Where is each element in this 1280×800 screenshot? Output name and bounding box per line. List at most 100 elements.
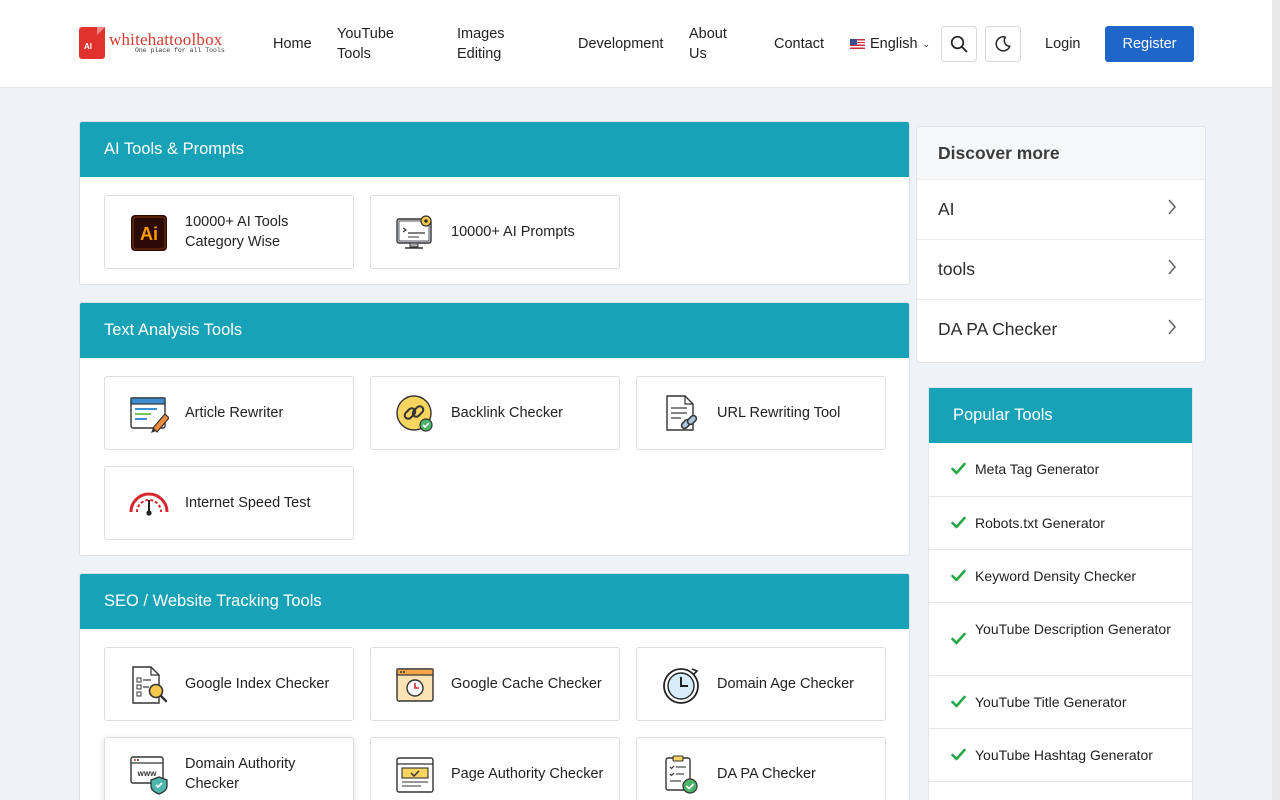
popular-tool-item[interactable]: Robots.txt Generator bbox=[929, 497, 1192, 550]
tool-label: DA PA Checker bbox=[717, 766, 816, 782]
check-icon bbox=[951, 632, 966, 645]
chevron-right-icon bbox=[1168, 199, 1177, 215]
tool-label: 10000+ AI Prompts bbox=[451, 224, 575, 240]
nav-youtube-tools[interactable]: YouTube Tools bbox=[337, 24, 394, 64]
article-rewriter-icon bbox=[129, 394, 169, 434]
domain-authority-icon: www bbox=[129, 755, 169, 795]
popular-tool-item[interactable]: YouTube Hashtag Generator bbox=[929, 729, 1192, 782]
us-flag-icon bbox=[850, 39, 865, 49]
tool-label: 10000+ AI Tools Category Wise bbox=[185, 214, 289, 250]
popular-tool-label: YouTube Hashtag Generator bbox=[975, 747, 1153, 763]
url-rewriting-icon bbox=[661, 394, 701, 434]
site-header: AI whitehattoolbox One place for all Too… bbox=[0, 0, 1272, 88]
svg-text:Ai: Ai bbox=[140, 224, 158, 244]
search-icon bbox=[950, 35, 968, 53]
popular-tools-panel: Popular Tools Meta Tag Generator Robots.… bbox=[928, 387, 1193, 800]
discover-item[interactable]: tools bbox=[917, 239, 1205, 299]
domain-age-icon bbox=[661, 665, 701, 705]
check-icon bbox=[951, 695, 966, 708]
nav-youtube-label-2: Tools bbox=[337, 46, 371, 62]
ai-prompts-icon bbox=[395, 213, 435, 253]
chevron-right-icon bbox=[1168, 319, 1177, 335]
site-logo[interactable]: AI whitehattoolbox One place for all Too… bbox=[79, 27, 249, 61]
discover-item[interactable]: DA PA Checker bbox=[917, 299, 1205, 359]
nav-images-label-2: Editing bbox=[457, 46, 502, 62]
moon-icon bbox=[995, 36, 1011, 52]
tool-card[interactable]: Article Rewriter bbox=[104, 376, 354, 450]
section-text-analysis: Text Analysis Tools Article Rewriter Bac… bbox=[79, 302, 910, 556]
nav-about-us[interactable]: About Us bbox=[689, 24, 727, 64]
nav-contact[interactable]: Contact bbox=[774, 34, 824, 54]
svg-text:www: www bbox=[137, 769, 157, 778]
chevron-right-icon bbox=[1168, 259, 1177, 275]
section-seo-tools: SEO / Website Tracking Tools Google Inde… bbox=[79, 573, 910, 800]
section-title: SEO / Website Tracking Tools bbox=[80, 574, 909, 629]
tool-label: URL Rewriting Tool bbox=[717, 405, 841, 421]
popular-tool-item[interactable]: Keyword Density Checker bbox=[929, 550, 1192, 603]
search-button[interactable] bbox=[941, 26, 977, 62]
tool-card[interactable]: www Domain Authority Checker bbox=[104, 737, 354, 800]
tool-card[interactable]: URL Rewriting Tool bbox=[636, 376, 886, 450]
discover-more-panel: Discover more AI tools DA PA Checker bbox=[916, 126, 1206, 363]
tool-card[interactable]: Internet Speed Test bbox=[104, 466, 354, 540]
da-pa-icon bbox=[661, 755, 701, 795]
check-icon bbox=[951, 748, 966, 761]
check-icon bbox=[951, 516, 966, 529]
nav-images-label-1: Images bbox=[457, 26, 505, 42]
nav-youtube-label-1: YouTube bbox=[337, 26, 394, 42]
tool-card[interactable]: 10000+ AI Prompts bbox=[370, 195, 620, 269]
tool-label: Domain Age Checker bbox=[717, 676, 855, 692]
google-index-icon bbox=[129, 665, 169, 705]
nav-development[interactable]: Development bbox=[578, 34, 663, 54]
dark-mode-toggle[interactable] bbox=[985, 26, 1021, 62]
nav-about-label-1: About bbox=[689, 26, 727, 42]
popular-tool-label: Meta Tag Generator bbox=[975, 461, 1100, 477]
nav-images-editing[interactable]: Images Editing bbox=[457, 24, 505, 64]
tool-label: Backlink Checker bbox=[451, 405, 564, 421]
discover-item-label: DA PA Checker bbox=[938, 319, 1058, 339]
discover-item-label: tools bbox=[938, 259, 975, 279]
popular-tool-item[interactable]: YouTube Description Generator bbox=[929, 603, 1192, 676]
popular-tool-label: YouTube Title Generator bbox=[975, 694, 1127, 710]
tool-card[interactable]: Page Authority Checker bbox=[370, 737, 620, 800]
tool-label: Article Rewriter bbox=[185, 405, 284, 421]
tool-card[interactable]: Backlink Checker bbox=[370, 376, 620, 450]
logo-file-icon: AI bbox=[79, 27, 105, 59]
nav-home[interactable]: Home bbox=[273, 34, 312, 54]
check-icon bbox=[951, 569, 966, 582]
tool-card[interactable]: Google Index Checker bbox=[104, 647, 354, 721]
logo-badge: AI bbox=[84, 42, 92, 51]
check-icon bbox=[951, 462, 966, 475]
tool-card[interactable]: Google Cache Checker bbox=[370, 647, 620, 721]
language-label: English bbox=[870, 36, 918, 52]
tool-label: Domain Authority Checker bbox=[185, 756, 296, 792]
language-selector[interactable]: English ⌄ bbox=[850, 34, 930, 54]
tool-label: Google Cache Checker bbox=[451, 676, 602, 692]
popular-tool-item[interactable]: Meta Tag Generator bbox=[929, 443, 1192, 497]
popular-tool-item[interactable]: YouTube Title Generator bbox=[929, 676, 1192, 729]
section-title: Text Analysis Tools bbox=[80, 303, 909, 358]
ai-icon: Ai bbox=[129, 213, 169, 253]
chevron-down-icon: ⌄ bbox=[922, 39, 931, 49]
section-title: AI Tools & Prompts bbox=[80, 122, 909, 177]
tool-label: Page Authority Checker bbox=[451, 766, 604, 782]
discover-title: Discover more bbox=[917, 127, 1205, 179]
google-cache-icon bbox=[395, 665, 435, 705]
tool-label: Google Index Checker bbox=[185, 676, 330, 692]
section-ai-tools: AI Tools & Prompts Ai 10000+ AI Tools Ca… bbox=[79, 121, 910, 285]
popular-tool-label: Robots.txt Generator bbox=[975, 515, 1105, 531]
page-authority-icon bbox=[395, 755, 435, 795]
login-link[interactable]: Login bbox=[1045, 34, 1080, 54]
tool-card[interactable]: DA PA Checker bbox=[636, 737, 886, 800]
speed-test-icon bbox=[129, 484, 169, 524]
tool-card[interactable]: Domain Age Checker bbox=[636, 647, 886, 721]
scrollbar[interactable] bbox=[1272, 0, 1280, 800]
backlink-checker-icon bbox=[395, 394, 435, 434]
discover-item-label: AI bbox=[938, 199, 955, 219]
register-button[interactable]: Register bbox=[1105, 26, 1194, 62]
nav-about-label-2: Us bbox=[689, 46, 707, 62]
logo-tagline: One place for all Tools bbox=[135, 47, 225, 54]
tool-card[interactable]: Ai 10000+ AI Tools Category Wise bbox=[104, 195, 354, 269]
tool-label: Internet Speed Test bbox=[185, 495, 311, 511]
discover-item[interactable]: AI bbox=[917, 179, 1205, 239]
